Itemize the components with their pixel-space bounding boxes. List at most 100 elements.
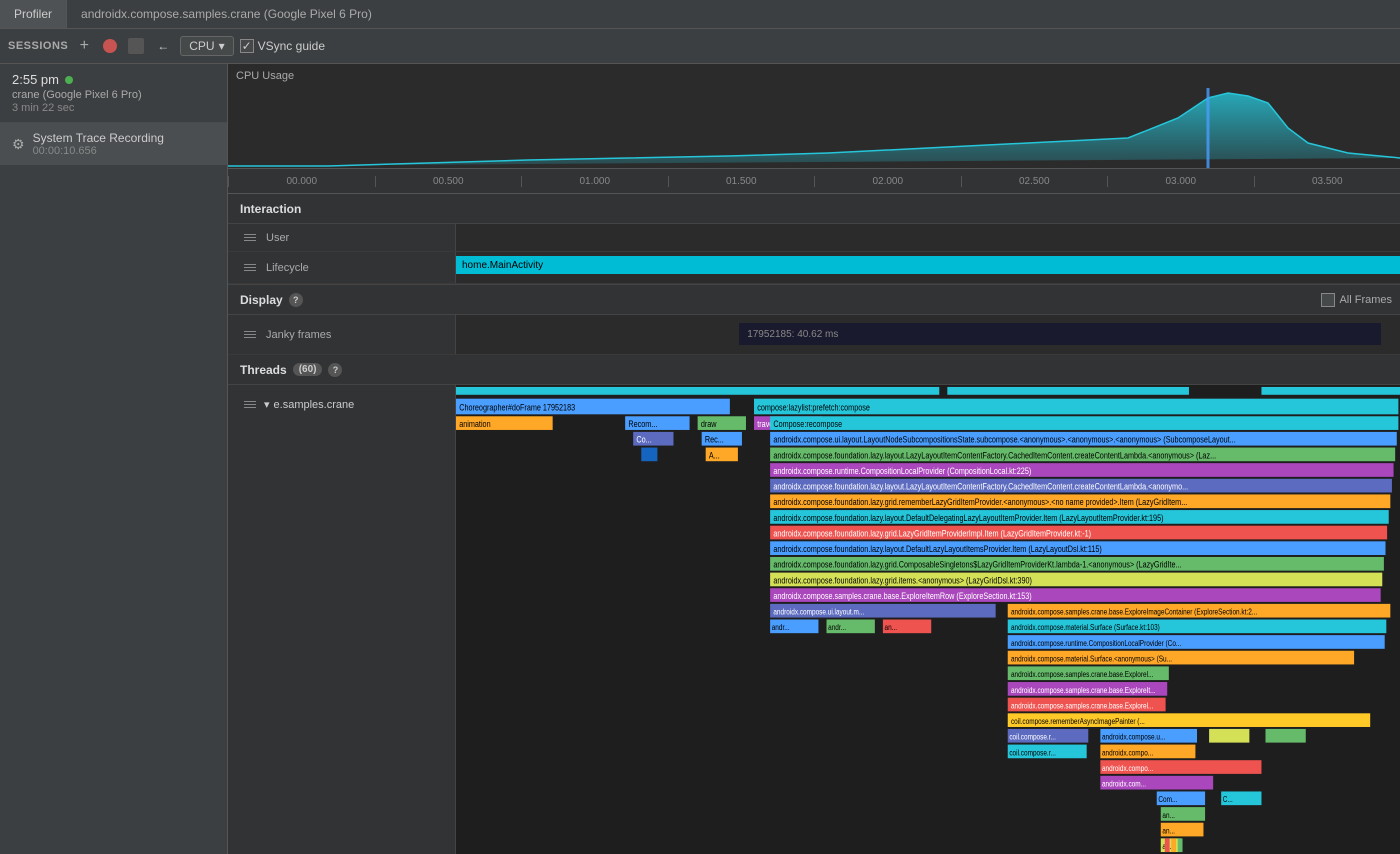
tick-4: 02.000	[814, 176, 961, 187]
svg-text:androidx.compose.samples.crane: androidx.compose.samples.crane.base.Expl…	[1011, 671, 1153, 680]
tick-6: 03.000	[1107, 176, 1254, 187]
layout-icon	[128, 38, 144, 54]
tick-0: 00.000	[228, 176, 375, 187]
profiler-label: Profiler	[14, 7, 52, 21]
threads-section: Threads (60) ? ▾ e.samples.crane	[228, 355, 1400, 854]
svg-text:androidx.compose.u...: androidx.compose.u...	[1102, 733, 1165, 742]
session-item: 2:55 pm crane (Google Pixel 6 Pro) 3 min…	[0, 64, 227, 123]
cpu-area: CPU Usage 00.000 00.500 01.000	[228, 64, 1400, 194]
recording-item[interactable]: ⚙ System Trace Recording 00:00:10.656	[0, 123, 227, 165]
sidebar: 2:55 pm crane (Google Pixel 6 Pro) 3 min…	[0, 64, 228, 854]
interaction-rows: User Lifecycle	[228, 224, 1400, 284]
svg-text:androidx.compose.foundation.la: androidx.compose.foundation.lazy.grid.re…	[773, 498, 1187, 508]
threads-count: (60)	[293, 363, 323, 376]
tick-5: 02.500	[961, 176, 1108, 187]
stop-icon	[103, 39, 117, 53]
cpu-chart	[228, 88, 1400, 168]
display-label: Display ?	[228, 293, 456, 307]
threads-title: Threads	[240, 363, 287, 377]
display-section: Display ? All Frames Janky frames	[228, 285, 1400, 355]
menu-icon-lc[interactable]	[240, 260, 260, 275]
lifecycle-track-label: Lifecycle	[228, 252, 456, 283]
svg-text:androidx.compose.material.Surf: androidx.compose.material.Surface (Surfa…	[1011, 624, 1160, 633]
tick-2: 01.000	[521, 176, 668, 187]
add-session-button[interactable]: +	[74, 36, 94, 56]
svg-text:androidx.compo...: androidx.compo...	[1102, 764, 1153, 773]
app-tab[interactable]: androidx.compose.samples.crane (Google P…	[67, 0, 386, 28]
svg-text:androidx.compose.foundation.la: androidx.compose.foundation.lazy.layout.…	[773, 544, 1102, 554]
stop-button[interactable]	[100, 36, 120, 56]
svg-text:androidx.compose.foundation.la: androidx.compose.foundation.lazy.layout.…	[773, 482, 1188, 492]
cpu-usage-label: CPU Usage	[236, 70, 294, 82]
svg-text:Rec...: Rec...	[705, 435, 724, 445]
threads-label: Threads (60) ?	[228, 363, 354, 377]
threads-info-icon[interactable]: ?	[328, 363, 342, 377]
flame-chart-svg: Choreographer#doFrame 17952183 compose:l…	[456, 385, 1400, 854]
main-area: 2:55 pm crane (Google Pixel 6 Pro) 3 min…	[0, 64, 1400, 854]
tick-1: 00.500	[375, 176, 522, 187]
svg-text:Recom...: Recom...	[628, 419, 657, 429]
thread-name-item: ▾ e.samples.crane	[228, 393, 455, 416]
svg-text:coil.compose.r...: coil.compose.r...	[1009, 749, 1056, 758]
checkbox-icon: ✓	[240, 39, 254, 53]
cpu-selector[interactable]: CPU ▾	[180, 36, 233, 56]
thread-sidebar: ▾ e.samples.crane	[228, 385, 456, 854]
vsync-label: VSync guide	[258, 39, 325, 53]
janky-label: Janky frames	[228, 315, 456, 354]
svg-text:androidx.compose.foundation.la: androidx.compose.foundation.lazy.grid.it…	[773, 576, 1032, 586]
app-label: androidx.compose.samples.crane (Google P…	[81, 7, 372, 21]
session-device: crane (Google Pixel 6 Pro)	[12, 89, 215, 101]
svg-text:androidx.compo...: androidx.compo...	[1102, 749, 1153, 758]
display-header: Display ? All Frames	[228, 285, 1400, 315]
menu-icon[interactable]	[240, 230, 260, 245]
svg-text:animation: animation	[459, 419, 490, 429]
svg-text:androidx.compose.foundation.la: androidx.compose.foundation.lazy.grid.Co…	[773, 560, 1181, 570]
sessions-label: SESSIONS	[8, 40, 68, 52]
svg-text:androidx.compose.ui.layout.m..: androidx.compose.ui.layout.m...	[773, 608, 864, 617]
svg-text:androidx.compose.runtime.Compo: androidx.compose.runtime.CompositionLoca…	[773, 466, 1031, 476]
svg-text:Co...: Co...	[636, 435, 651, 445]
svg-text:Com...: Com...	[1158, 796, 1177, 805]
janky-row: Janky frames 17952185: 40.62 ms	[228, 315, 1400, 355]
threads-content: ▾ e.samples.crane Choreographer#doFrame …	[228, 385, 1400, 854]
all-frames-label: All Frames	[1339, 294, 1392, 306]
thread-name-text: e.samples.crane	[274, 399, 355, 411]
display-info-icon[interactable]: ?	[289, 293, 303, 307]
live-indicator	[65, 76, 73, 84]
janky-frames-label: Janky frames	[266, 329, 331, 341]
all-frames-check[interactable]: All Frames	[1321, 293, 1392, 307]
lifecycle-bar-text: home.MainActivity	[462, 260, 543, 271]
session-time: 2:55 pm	[12, 72, 215, 87]
svg-text:androidx.compose.ui.layout.Lay: androidx.compose.ui.layout.LayoutNodeSub…	[773, 435, 1235, 445]
svg-text:coil.compose.rememberAsyncImag: coil.compose.rememberAsyncImagePainter (…	[1011, 718, 1145, 727]
layout-button[interactable]	[126, 36, 146, 56]
svg-text:androidx.compose.samples.crane: androidx.compose.samples.crane.base.Expl…	[1011, 702, 1153, 711]
vsync-checkbox[interactable]: ✓ VSync guide	[240, 39, 325, 53]
svg-text:androidx.com...: androidx.com...	[1102, 780, 1146, 789]
svg-text:C...: C...	[1223, 796, 1233, 805]
menu-icon-jf[interactable]	[240, 327, 260, 342]
svg-text:androidx.compose.foundation.la: androidx.compose.foundation.lazy.layout.…	[773, 513, 1163, 523]
thread-timeline[interactable]: Choreographer#doFrame 17952183 compose:l…	[456, 385, 1400, 854]
lifecycle-track-row: Lifecycle home.MainActivity	[228, 252, 1400, 284]
svg-text:androidx.compose.foundation.la: androidx.compose.foundation.lazy.grid.La…	[773, 529, 1091, 539]
user-track-content	[456, 224, 1400, 251]
svg-text:androidx.compose.runtime.Compo: androidx.compose.runtime.CompositionLoca…	[1011, 639, 1181, 648]
janky-text: 17952185: 40.62 ms	[747, 329, 838, 340]
recording-time: 00:00:10.656	[33, 145, 164, 157]
user-track-row: User	[228, 224, 1400, 252]
janky-content: 17952185: 40.62 ms	[456, 315, 1400, 354]
svg-text:A...: A...	[709, 451, 720, 461]
title-bar: Profiler androidx.compose.samples.crane …	[0, 0, 1400, 29]
recording-name: System Trace Recording	[33, 131, 164, 145]
tick-3: 01.500	[668, 176, 815, 187]
chevron-down-icon: ▾	[219, 39, 225, 53]
menu-icon-th[interactable]	[240, 397, 260, 412]
profiler-tab[interactable]: Profiler	[0, 0, 67, 28]
back-button[interactable]: ←	[152, 35, 174, 57]
session-time-text: 2:55 pm	[12, 72, 59, 87]
recording-info: System Trace Recording 00:00:10.656	[33, 131, 164, 157]
svg-text:androidx.compose.samples.crane: androidx.compose.samples.crane.base.Expl…	[1011, 608, 1257, 617]
janky-bar: 17952185: 40.62 ms	[739, 323, 1381, 345]
svg-text:andr...: andr...	[772, 624, 790, 633]
